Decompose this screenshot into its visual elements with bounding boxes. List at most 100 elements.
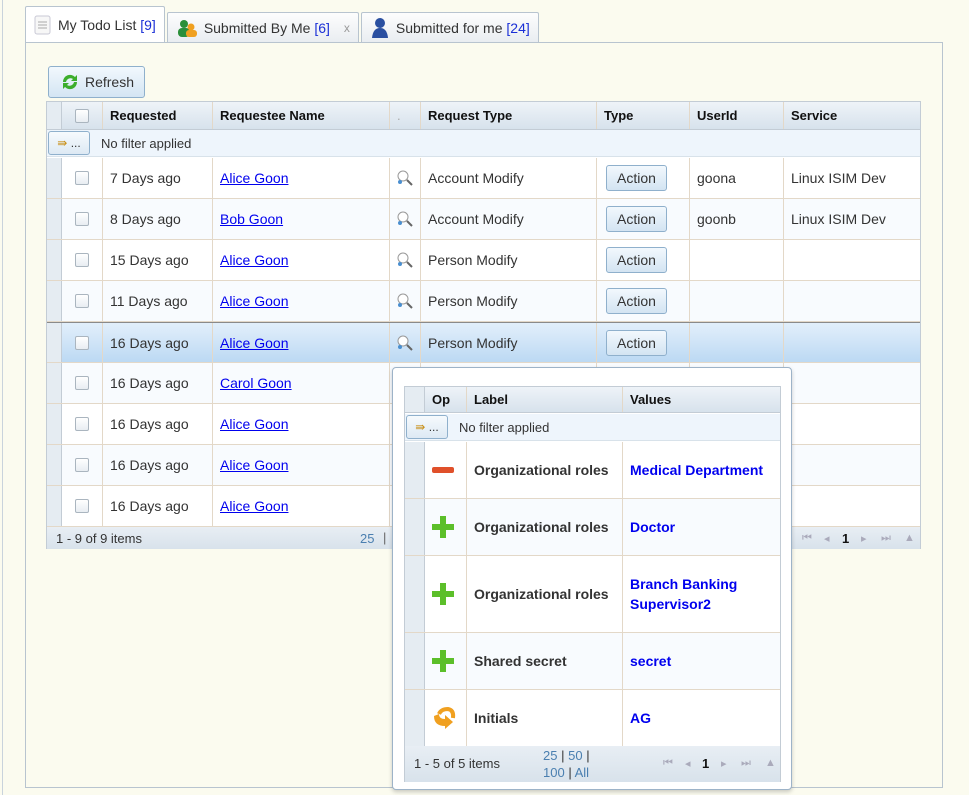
- row-checkbox[interactable]: [75, 212, 89, 226]
- row-checkbox[interactable]: [75, 253, 89, 267]
- requestee-link[interactable]: Alice Goon: [220, 457, 288, 473]
- row-checkbox[interactable]: [75, 458, 89, 472]
- tab-my-todo-list[interactable]: My Todo List [9]: [25, 6, 165, 43]
- col-type[interactable]: Type: [597, 102, 690, 129]
- details-row: Organizational roles Doctor: [405, 499, 780, 556]
- tab-count: [24]: [506, 19, 530, 36]
- separator: |: [383, 530, 387, 545]
- first-page-icon[interactable]: ⏮: [663, 757, 673, 770]
- col-request-type[interactable]: Request Type: [421, 102, 597, 129]
- prev-page-icon[interactable]: ◂: [824, 532, 830, 545]
- label-cell: Shared secret: [467, 633, 623, 689]
- table-row[interactable]: 16 Days ago Alice Goon Person Modify Act…: [47, 322, 920, 363]
- request-type-cell: Person Modify: [421, 323, 597, 362]
- requestee-link[interactable]: Alice Goon: [220, 170, 288, 186]
- refresh-button[interactable]: Refresh: [48, 66, 145, 98]
- col-details[interactable]: .: [390, 102, 421, 129]
- action-button[interactable]: Action: [606, 329, 667, 356]
- tab-submitted-for-me[interactable]: Submitted for me [24]: [360, 12, 539, 42]
- col-service[interactable]: Service: [784, 102, 921, 129]
- next-page-icon[interactable]: ▸: [721, 757, 727, 770]
- add-icon: [432, 650, 454, 672]
- table-row[interactable]: 8 Days ago Bob Goon Account Modify Actio…: [47, 199, 920, 240]
- requestee-link[interactable]: Carol Goon: [220, 375, 292, 391]
- requestee-link[interactable]: Alice Goon: [220, 252, 288, 268]
- current-page[interactable]: 1: [702, 756, 709, 771]
- action-button[interactable]: Action: [606, 206, 667, 232]
- row-handle: [47, 199, 62, 239]
- magnifier-icon[interactable]: [396, 292, 414, 310]
- last-page-icon[interactable]: ⏭: [741, 757, 751, 770]
- tab-count: [9]: [140, 17, 156, 33]
- service-cell: Linux ISIM Dev: [791, 170, 886, 186]
- row-handle: [47, 445, 62, 485]
- last-page-icon[interactable]: ⏭: [881, 532, 891, 545]
- requested-cell: 8 Days ago: [103, 199, 213, 239]
- service-cell: [784, 323, 921, 362]
- row-handle: [47, 281, 62, 321]
- page-size-25[interactable]: 25: [543, 748, 557, 763]
- userid-cell: [690, 281, 784, 321]
- row-checkbox[interactable]: [75, 294, 89, 308]
- requested-cell: 16 Days ago: [103, 404, 213, 444]
- userid-cell: goonb: [690, 199, 784, 239]
- col-label[interactable]: Label: [467, 387, 623, 412]
- magnifier-icon[interactable]: [396, 251, 414, 269]
- requestee-link[interactable]: Bob Goon: [220, 211, 283, 227]
- page-size-100[interactable]: 100: [543, 765, 565, 780]
- request-type-cell: Account Modify: [421, 158, 597, 198]
- table-row[interactable]: 11 Days ago Alice Goon Person Modify Act…: [47, 281, 920, 322]
- col-values[interactable]: Values: [623, 387, 781, 412]
- table-row[interactable]: 7 Days ago Alice Goon Account Modify Act…: [47, 158, 920, 199]
- requestee-link[interactable]: Alice Goon: [220, 416, 288, 432]
- requestee-link[interactable]: Alice Goon: [220, 293, 288, 309]
- tab-count: [6]: [314, 19, 330, 36]
- next-page-icon[interactable]: ▸: [861, 532, 867, 545]
- row-checkbox[interactable]: [75, 376, 89, 390]
- row-checkbox[interactable]: [75, 335, 89, 350]
- col-userid[interactable]: UserId: [690, 102, 784, 129]
- details-row: Initials AG: [405, 690, 780, 747]
- row-handle: [47, 158, 62, 198]
- action-button[interactable]: Action: [606, 165, 667, 191]
- current-page[interactable]: 1: [842, 531, 849, 546]
- request-details-popup: Op Label Values ⇛ ... No filter applied …: [392, 367, 792, 790]
- add-icon: [432, 583, 454, 605]
- close-tab-icon[interactable]: x: [344, 21, 350, 35]
- action-button[interactable]: Action: [606, 247, 667, 273]
- requestee-link[interactable]: Alice Goon: [220, 498, 288, 514]
- row-checkbox[interactable]: [75, 417, 89, 431]
- prev-page-icon[interactable]: ◂: [685, 757, 691, 770]
- requested-cell: 15 Days ago: [103, 240, 213, 280]
- row-handle: [47, 323, 62, 362]
- grid-header: Requested Requestee Name . Request Type …: [47, 102, 920, 130]
- userid-cell: [690, 240, 784, 280]
- requestee-link[interactable]: Alice Goon: [220, 335, 288, 351]
- action-button[interactable]: Action: [606, 288, 667, 314]
- magnifier-icon[interactable]: [396, 210, 414, 228]
- refresh-icon: [62, 74, 77, 90]
- select-all-checkbox[interactable]: [75, 108, 89, 123]
- userid-cell: goona: [690, 158, 784, 198]
- filter-button[interactable]: ⇛ ...: [48, 131, 90, 155]
- filter-status: No filter applied: [101, 135, 192, 151]
- filter-button[interactable]: ⇛ ...: [406, 415, 448, 439]
- go-to-top-icon[interactable]: ▲: [904, 532, 915, 544]
- magnifier-icon[interactable]: [396, 334, 414, 352]
- first-page-icon[interactable]: ⏮: [802, 532, 812, 545]
- col-requestee-name[interactable]: Requestee Name: [213, 102, 390, 129]
- col-requested[interactable]: Requested: [103, 102, 213, 129]
- tab-submitted-by-me[interactable]: Submitted By Me [6] x: [166, 12, 359, 42]
- page-size-50[interactable]: 50: [568, 748, 582, 763]
- go-to-top-icon[interactable]: ▲: [765, 757, 776, 769]
- row-checkbox[interactable]: [75, 499, 89, 513]
- row-checkbox[interactable]: [75, 171, 89, 185]
- page-size-25[interactable]: 25: [360, 531, 374, 546]
- col-op[interactable]: Op: [425, 387, 467, 412]
- page-size-all[interactable]: All: [575, 765, 589, 780]
- add-icon: [432, 516, 454, 538]
- table-row[interactable]: 15 Days ago Alice Goon Person Modify Act…: [47, 240, 920, 281]
- magnifier-icon[interactable]: [396, 169, 414, 187]
- details-row: Organizational roles Medical Department: [405, 442, 780, 499]
- request-type-cell: Person Modify: [421, 240, 597, 280]
